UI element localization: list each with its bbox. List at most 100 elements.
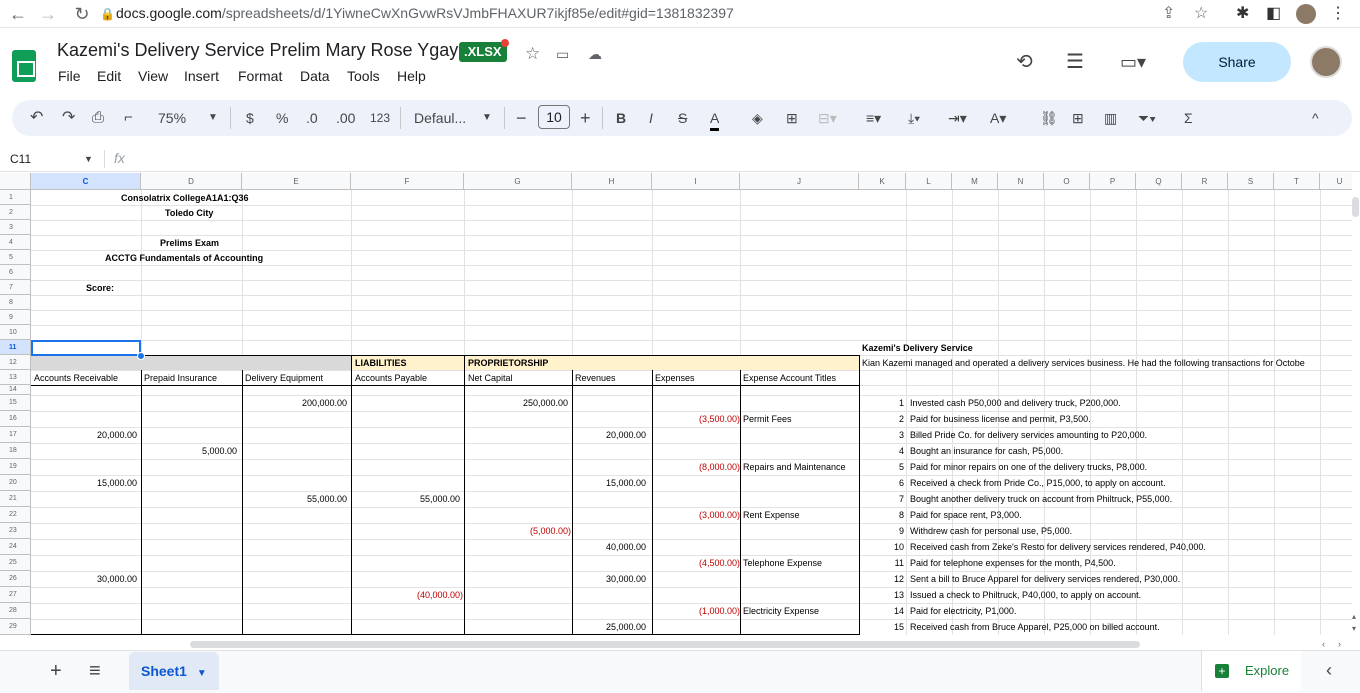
sidepanel-icon[interactable]: ◧ — [1266, 4, 1281, 24]
back-icon[interactable]: ← — [6, 2, 30, 26]
ledger-cell[interactable]: 200,000.00 — [242, 396, 347, 411]
column-header[interactable]: J — [740, 173, 859, 190]
row-header[interactable]: 6 — [0, 265, 31, 280]
active-cell-selection[interactable] — [31, 340, 141, 356]
ledger-cell[interactable]: 40,000.00 — [572, 540, 646, 555]
font-size-input[interactable]: 10 — [538, 105, 570, 129]
star-icon[interactable]: ☆ — [525, 44, 540, 64]
formula-input[interactable] — [134, 148, 1344, 168]
menu-data[interactable]: Data — [300, 68, 330, 84]
row-header[interactable]: 8 — [0, 295, 31, 310]
filter-icon[interactable]: ⏷▾ — [1138, 108, 1156, 128]
column-header[interactable]: H — [572, 173, 652, 190]
merge-cells-icon[interactable]: ⊟▾ — [818, 108, 837, 128]
redo-icon[interactable]: ↷ — [62, 108, 75, 128]
row-header[interactable]: 20 — [0, 475, 31, 491]
insert-link-icon[interactable]: ⛓ — [1040, 108, 1058, 128]
ledger-cell[interactable]: 25,000.00 — [572, 620, 646, 635]
row-header[interactable]: 22 — [0, 507, 31, 523]
collapse-toolbar-icon[interactable]: ^ — [1312, 108, 1319, 128]
account-avatar[interactable] — [1310, 46, 1342, 78]
ledger-cell[interactable]: (40,000.00) — [351, 588, 463, 603]
column-header[interactable]: N — [998, 173, 1044, 190]
row-header[interactable]: 18 — [0, 443, 31, 459]
row-header[interactable]: 29 — [0, 619, 31, 635]
ledger-cell[interactable]: (1,000.00) — [652, 604, 740, 619]
row-header[interactable]: 21 — [0, 491, 31, 507]
number-format-button[interactable]: 123 — [370, 108, 390, 128]
column-header[interactable]: R — [1182, 173, 1228, 190]
move-folder-icon[interactable]: ▭ — [556, 44, 569, 64]
more-vert-icon[interactable]: ⋮ — [1330, 4, 1346, 24]
ledger-cell[interactable]: (3,000.00) — [652, 508, 740, 523]
italic-button[interactable]: I — [649, 108, 653, 128]
text-wrap-icon[interactable]: ⇥▾ — [948, 108, 967, 128]
column-header[interactable]: U — [1320, 173, 1352, 190]
spreadsheet-grid[interactable]: C D E F G H I J K L M N O P Q R S T U 1 … — [0, 173, 1352, 635]
reload-icon[interactable]: ↻ — [70, 2, 94, 26]
column-header[interactable]: I — [652, 173, 740, 190]
increase-decimal-button[interactable]: .00 — [336, 108, 355, 128]
comments-icon[interactable]: ☰ — [1066, 52, 1084, 72]
ledger-cell[interactable]: 15,000.00 — [572, 476, 646, 491]
column-header[interactable]: E — [242, 173, 351, 190]
menu-tools[interactable]: Tools — [347, 68, 380, 84]
sheets-logo-icon[interactable] — [12, 50, 36, 82]
row-header[interactable]: 3 — [0, 220, 31, 235]
name-box[interactable]: C11 — [10, 152, 31, 166]
vertical-scrollbar[interactable] — [1352, 197, 1359, 217]
decrease-font-icon[interactable]: − — [516, 108, 527, 128]
column-header[interactable]: O — [1044, 173, 1090, 190]
share-button[interactable]: Share — [1183, 42, 1291, 82]
ledger-cell[interactable]: 55,000.00 — [351, 492, 460, 507]
paint-format-icon[interactable]: ⌐ — [124, 108, 133, 128]
row-header[interactable]: 10 — [0, 325, 31, 340]
meet-icon[interactable]: ▭▾ — [1120, 52, 1146, 72]
zoom-select[interactable]: 75% — [158, 108, 186, 128]
scroll-right-icon[interactable]: › — [1338, 639, 1341, 649]
column-header[interactable]: L — [906, 173, 952, 190]
version-history-icon[interactable]: ⟲ — [1016, 52, 1033, 72]
profile-avatar[interactable] — [1296, 4, 1316, 24]
ledger-cell[interactable]: Telephone Expense — [743, 556, 822, 571]
collapse-side-panel-icon[interactable]: ‹ — [1326, 660, 1332, 681]
currency-button[interactable]: $ — [246, 108, 254, 128]
row-header[interactable]: 5 — [0, 250, 31, 265]
row-header[interactable]: 4 — [0, 235, 31, 250]
column-header[interactable]: T — [1274, 173, 1320, 190]
forward-icon[interactable]: → — [36, 2, 60, 26]
menu-format[interactable]: Format — [238, 68, 282, 84]
column-header[interactable]: S — [1228, 173, 1274, 190]
column-header[interactable]: K — [859, 173, 906, 190]
ledger-cell[interactable]: (5,000.00) — [464, 524, 571, 539]
increase-font-icon[interactable]: + — [580, 108, 591, 128]
ledger-cell[interactable]: 250,000.00 — [464, 396, 568, 411]
row-header[interactable]: 11 — [0, 340, 31, 355]
row-header[interactable]: 28 — [0, 603, 31, 619]
row-header[interactable]: 1 — [0, 190, 31, 205]
text-rotation-icon[interactable]: A▾ — [990, 108, 1006, 128]
row-header[interactable]: 23 — [0, 523, 31, 539]
column-header[interactable]: M — [952, 173, 998, 190]
insert-comment-icon[interactable]: ⊞ — [1072, 108, 1084, 128]
ledger-cell[interactable]: (3,500.00) — [652, 412, 740, 427]
fill-handle[interactable] — [137, 352, 145, 360]
insert-chart-icon[interactable]: ▥ — [1104, 108, 1117, 128]
ledger-cell[interactable]: Electricity Expense — [743, 604, 819, 619]
column-header[interactable]: D — [141, 173, 242, 190]
ledger-cell[interactable]: 30,000.00 — [31, 572, 137, 587]
menu-file[interactable]: File — [58, 68, 81, 84]
decrease-decimal-button[interactable]: .0 — [306, 108, 318, 128]
share-page-icon[interactable]: ⇪ — [1162, 4, 1175, 24]
scroll-down-icon[interactable]: ▾ — [1352, 624, 1356, 633]
row-header[interactable]: 24 — [0, 539, 31, 555]
print-icon[interactable]: ⎙ — [92, 108, 104, 128]
fill-color-icon[interactable]: ◈ — [752, 108, 763, 128]
bookmark-star-icon[interactable]: ☆ — [1194, 4, 1208, 24]
column-header[interactable]: F — [351, 173, 464, 190]
sheet-tab-chevron-icon[interactable]: ▼ — [197, 668, 207, 679]
vertical-align-icon[interactable]: ⤓▾ — [908, 108, 920, 128]
column-header[interactable]: Q — [1136, 173, 1182, 190]
row-header[interactable]: 15 — [0, 395, 31, 411]
row-header[interactable]: 26 — [0, 571, 31, 587]
